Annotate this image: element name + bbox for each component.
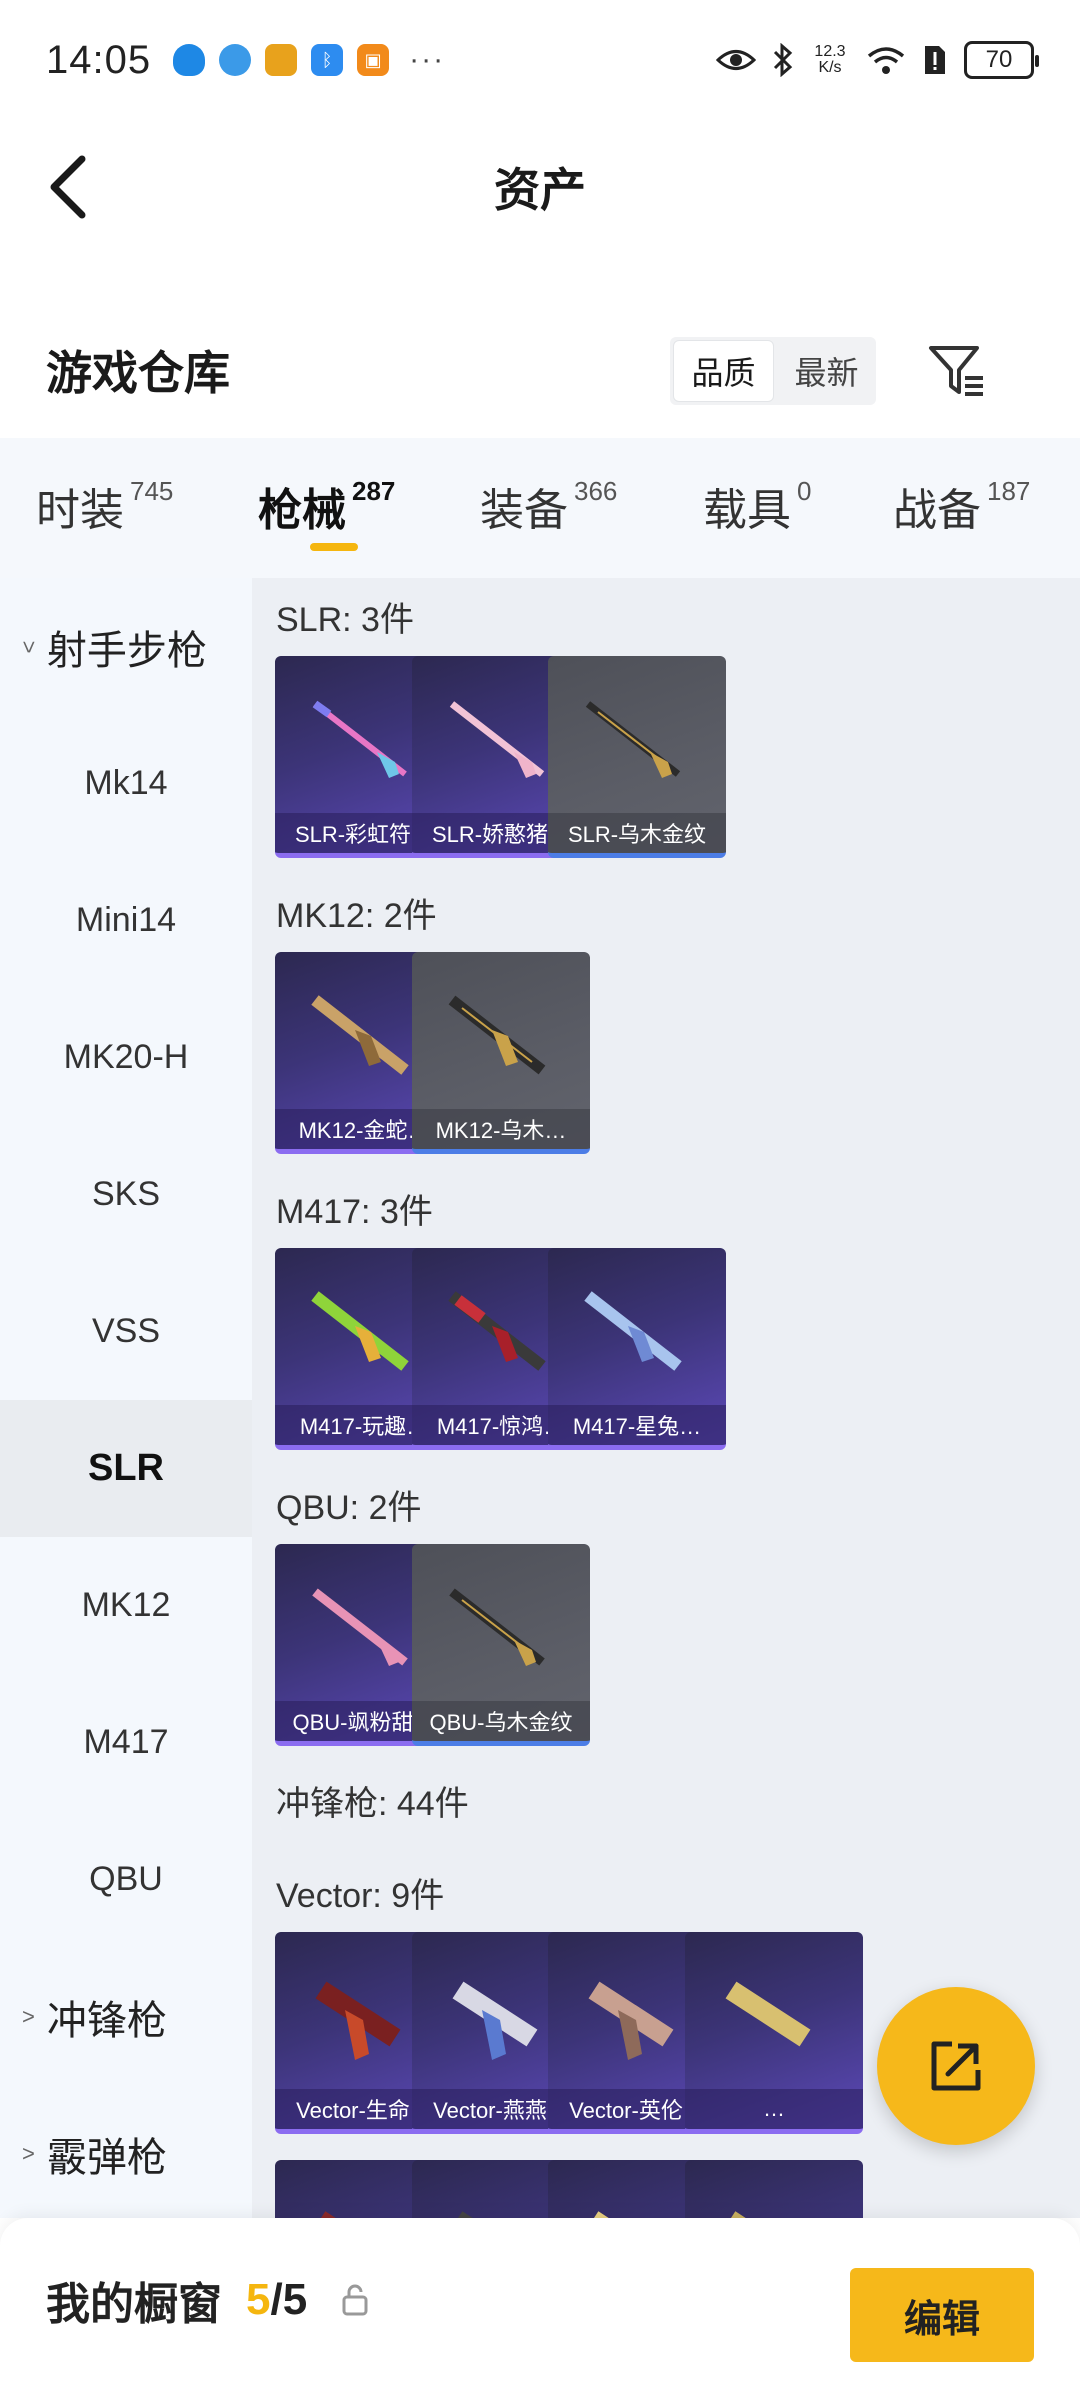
- group-label-vector: Vector: 9件: [276, 1877, 445, 1915]
- sidebar-item-slr[interactable]: SLR: [0, 1400, 252, 1537]
- edit-button[interactable]: 编辑: [850, 2268, 1034, 2362]
- weapon-card[interactable]: SLR-乌木金纹: [548, 656, 726, 858]
- back-arrow-icon: [50, 155, 86, 219]
- weapon-name: MK12-乌木…: [412, 1109, 590, 1149]
- weapon-name: SLR-乌木金纹: [548, 813, 726, 853]
- group-label-qbu: QBU: 2件: [276, 1489, 422, 1527]
- tab-count: 745: [130, 476, 174, 506]
- wifi-icon: [867, 47, 905, 74]
- sidebar-group-smg[interactable]: > 冲锋枪: [0, 1948, 252, 2085]
- sort-toggle: 品质 最新: [670, 337, 876, 405]
- tab-label: 时装: [36, 486, 124, 535]
- shield-app-icon: [173, 44, 206, 76]
- sidebar-item-mk12[interactable]: MK12: [0, 1537, 252, 1674]
- sidebar-item-qbu[interactable]: QBU: [0, 1811, 252, 1948]
- tab-label: 装备: [480, 486, 568, 535]
- rifle-icon: [585, 701, 681, 778]
- sidebar-group-shotgun[interactable]: > 霰弹枪: [0, 2085, 252, 2222]
- sidebar-item-vss[interactable]: VSS: [0, 1263, 252, 1400]
- network-speed: 12.3 K/s: [810, 44, 850, 76]
- warehouse-header: 游戏仓库 品质 最新: [0, 320, 1080, 420]
- category-tabs: 时装 745 枪械 287 装备 366 载具 0 战备 187: [0, 438, 1080, 578]
- sort-by-quality-button[interactable]: 品质: [673, 340, 774, 402]
- tab-supplies[interactable]: 战备 187: [893, 474, 1030, 538]
- tab-fashion[interactable]: 时装 745: [36, 474, 173, 538]
- tab-equipment[interactable]: 装备 366: [480, 474, 617, 538]
- weapon-card[interactable]: QBU-乌木金纹: [412, 1544, 590, 1746]
- weapon-type-sidebar: > 射手步枪 Mk14 Mini14 MK20-H SKS VSS SLR MK…: [0, 578, 252, 2218]
- game-app-icon: [265, 44, 298, 76]
- showcase-bar: 我的橱窗 5/5 编辑: [0, 2218, 1080, 2382]
- sidebar-item-mini14[interactable]: Mini14: [0, 852, 252, 989]
- sidebar-item-sks[interactable]: SKS: [0, 1126, 252, 1263]
- weapon-name: …: [685, 2089, 863, 2129]
- tab-count: 287: [352, 476, 396, 506]
- status-notification-icons: ᛒ ▣ ···: [173, 43, 445, 77]
- weapon-grid: SLR: 3件 SLR-彩虹符号 SLR-娇憨猪猪 SLR-乌木金纹 MK12:…: [252, 578, 1080, 2218]
- sidebar-group-label: 射手步枪: [46, 628, 207, 673]
- more-notifications-icon: ···: [409, 43, 446, 76]
- rifle-icon: [448, 995, 546, 1075]
- tab-label: 枪械: [258, 486, 346, 535]
- tab-label: 载具: [703, 486, 791, 535]
- weapon-card[interactable]: [685, 2160, 863, 2218]
- share-external-icon: [931, 2041, 981, 2091]
- bluetooth-app-icon: ᛒ: [311, 44, 344, 76]
- sidebar-group-marksman[interactable]: > 射手步枪: [0, 578, 252, 715]
- weapon-name: M417-星兔…: [548, 1405, 726, 1445]
- status-right: 12.3 K/s 70: [716, 41, 1039, 79]
- tab-label: 战备: [893, 486, 981, 535]
- sidebar-item-m417[interactable]: M417: [0, 1674, 252, 1811]
- sidebar-group-label: 霰弹枪: [46, 2135, 167, 2180]
- group-label-m417: M417: 3件: [276, 1193, 433, 1231]
- showcase-count: 5/5: [246, 2275, 307, 2325]
- status-time: 14:05: [46, 37, 152, 82]
- section-title: 游戏仓库: [46, 347, 230, 399]
- sim-alert-icon: [925, 46, 945, 74]
- active-tab-indicator: [310, 543, 358, 551]
- network-speed-unit: K/s: [818, 59, 842, 76]
- tab-vehicles[interactable]: 载具 0: [703, 474, 811, 538]
- tab-count: 187: [987, 476, 1031, 506]
- app-header: 资产: [0, 120, 1080, 254]
- weapon-card[interactable]: M417-星兔…: [548, 1248, 726, 1450]
- showcase-current: 5: [246, 2275, 271, 2324]
- weapon-card[interactable]: …: [685, 1932, 863, 2134]
- group-label-slr: SLR: 3件: [276, 601, 414, 639]
- tab-firearms[interactable]: 枪械 287: [258, 474, 395, 538]
- share-button[interactable]: [877, 1987, 1035, 2145]
- filter-button[interactable]: [925, 338, 989, 402]
- globe-app-icon: [219, 44, 252, 76]
- chevron-down-icon: >: [16, 640, 42, 653]
- network-speed-value: 12.3: [814, 43, 846, 60]
- group-label-mk12: MK12: 2件: [276, 897, 437, 935]
- chevron-right-icon: >: [22, 2140, 35, 2166]
- battery-indicator: 70: [964, 41, 1039, 79]
- rifle-icon: [584, 1291, 682, 1371]
- smg-icon: [731, 2211, 746, 2218]
- filter-icon: [929, 346, 983, 396]
- chevron-right-icon: >: [22, 2003, 35, 2029]
- sidebar-item-mk20h[interactable]: MK20-H: [0, 989, 252, 1126]
- back-button[interactable]: [38, 150, 98, 224]
- tab-count: 366: [574, 476, 618, 506]
- weapon-name: QBU-乌木金纹: [412, 1701, 590, 1741]
- page-title: 资产: [494, 164, 586, 216]
- sort-by-newest-button[interactable]: 最新: [777, 337, 876, 405]
- showcase-title: 我的橱窗: [46, 2280, 222, 2329]
- smg-icon: [725, 1981, 811, 2047]
- sidebar-group-label: 冲锋枪: [46, 1998, 167, 2043]
- group-label-smg: 冲锋枪: 44件: [276, 1785, 469, 1823]
- sidebar-item-mk14[interactable]: Mk14: [0, 715, 252, 852]
- weapon-card[interactable]: MK12-乌木…: [412, 952, 590, 1154]
- controller-app-icon: ▣: [357, 44, 390, 76]
- lock-icon: [342, 2284, 368, 2316]
- rifle-icon: [449, 1588, 545, 1666]
- eye-icon: [716, 50, 756, 70]
- showcase-total: /5: [270, 2275, 308, 2324]
- tab-count: 0: [797, 476, 812, 506]
- status-bar: 14:05 ᛒ ▣ ··· 12.3 K/s 70: [0, 0, 1080, 120]
- bluetooth-icon: [773, 43, 793, 77]
